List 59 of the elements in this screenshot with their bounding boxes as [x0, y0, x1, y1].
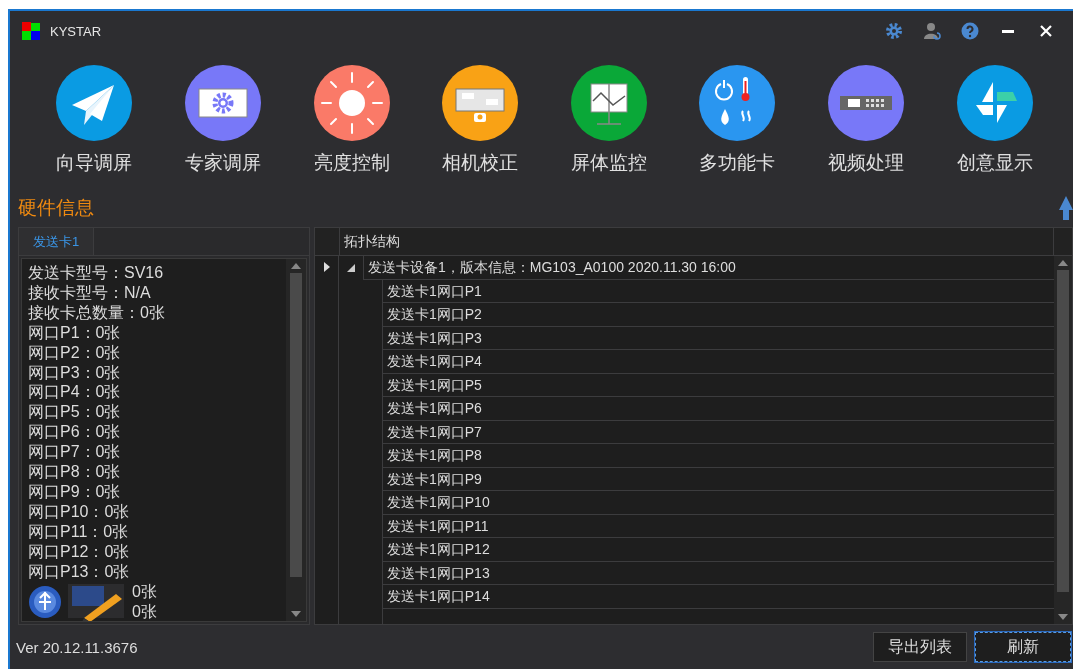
tab[interactable]: 发送卡1 [19, 228, 95, 255]
toolbar-button[interactable]: 亮度控制 [296, 65, 407, 189]
info-line: 网口P11：0张 [28, 521, 130, 542]
info-line: 网口P5：0张 [28, 402, 122, 423]
tree-item[interactable]: 发送卡1网口P14 [382, 585, 1054, 609]
help-icon[interactable] [961, 22, 979, 40]
tree-item[interactable]: 发送卡1网口P8 [382, 444, 1054, 468]
tree-item[interactable]: 发送卡1网口P9 [382, 467, 1054, 491]
scroll-down-icon [291, 611, 301, 617]
action-button[interactable]: 刷新 [975, 632, 1071, 662]
info-line: 网口P8：0张 [28, 462, 122, 482]
info-line: 网口P12：0张 [28, 541, 131, 562]
info-line: 接收卡型号：N/A [28, 282, 152, 303]
scrollbar[interactable] [1054, 256, 1072, 624]
toolbar-button[interactable]: 向导调屏 [39, 65, 150, 189]
toolbar-button[interactable]: 视频处理 [811, 65, 922, 189]
tree-item[interactable]: 发送卡设备1，版本信息：MG103_A0100 2020.11.30 16:00 [363, 256, 1054, 280]
info-line: 网口P13：0张 [28, 561, 131, 582]
user-icon[interactable] [923, 22, 941, 40]
toolbar-button[interactable]: 相机校正 [425, 65, 536, 189]
tree-item[interactable]: 发送卡1网口P11 [382, 514, 1054, 538]
scroll-down-icon [1058, 614, 1068, 620]
info-line: 网口P1：0张 [28, 322, 122, 343]
info-line: 0张 [132, 581, 157, 602]
tree-item[interactable]: 发送卡1网口P13 [382, 561, 1054, 585]
toolbar-button[interactable]: 多功能卡 [682, 65, 793, 189]
info-line: 发送卡型号：SV16 [28, 263, 165, 283]
tree-item[interactable]: 发送卡1网口P4 [382, 350, 1054, 374]
info-line: 0张 [132, 601, 157, 621]
version-label: Ver 20.12.11.3676 [16, 638, 139, 656]
scroll-up-icon [291, 263, 301, 269]
toolbar-button[interactable]: 屏体监控 [553, 65, 664, 189]
tree-item[interactable]: 发送卡1网口P1 [382, 279, 1054, 303]
info-line: 网口P2：0张 [28, 342, 122, 363]
info-line: 网口P3：0张 [28, 362, 122, 383]
scrollbar[interactable] [286, 259, 306, 621]
info-line: 网口P6：0张 [28, 422, 122, 443]
toolbar-button[interactable]: 创意显示 [939, 65, 1050, 189]
settings-icon[interactable] [885, 22, 903, 40]
tree-item[interactable]: 发送卡1网口P6 [382, 397, 1054, 421]
arrow-up-icon[interactable] [1059, 196, 1073, 220]
info-line: 网口P9：0张 [28, 481, 122, 502]
section-title: 硬件信息 [18, 196, 95, 220]
tree-item[interactable]: 发送卡1网口P12 [382, 538, 1054, 562]
tree-item[interactable]: 发送卡1网口P7 [382, 420, 1054, 444]
tree-item[interactable]: 发送卡1网口P3 [382, 326, 1054, 350]
toolbar-button[interactable]: 专家调屏 [167, 65, 278, 189]
scroll-up-icon [1058, 260, 1068, 266]
info-line: 接收卡总数量：0张 [28, 302, 166, 323]
tree-item[interactable]: 发送卡1网口P10 [382, 491, 1054, 515]
info-line: 网口P7：0张 [28, 442, 122, 463]
info-line: 网口P4：0张 [28, 382, 122, 403]
logo-icon [22, 22, 40, 40]
tree-item[interactable]: 发送卡1网口P5 [382, 373, 1054, 397]
action-button[interactable]: 导出列表 [873, 632, 967, 662]
tree-item[interactable]: 发送卡1网口P2 [382, 303, 1054, 327]
window-title: KYSTAR [50, 23, 102, 39]
collapse-icon[interactable] [347, 263, 355, 272]
info-line: 网口P10：0张 [28, 501, 131, 522]
